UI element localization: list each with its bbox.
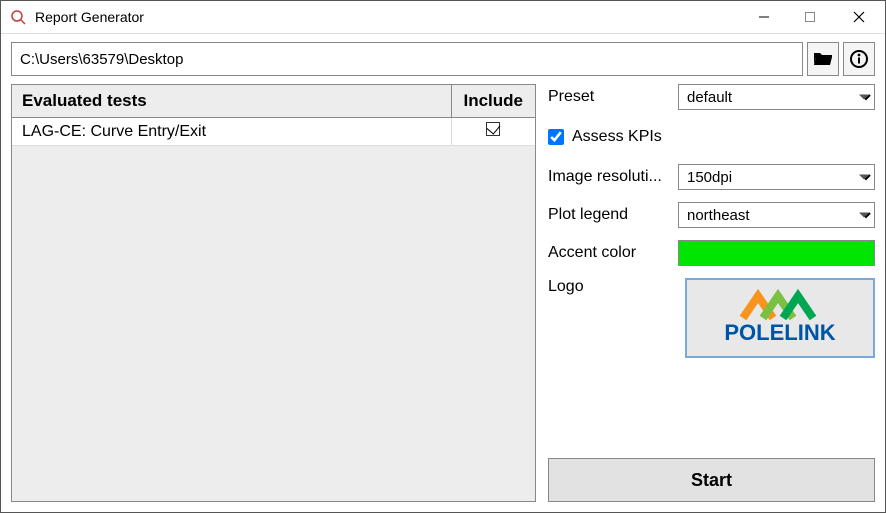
test-name-cell: LAG-CE: Curve Entry/Exit [12, 118, 451, 146]
logo-preview[interactable]: POLELINK [685, 278, 875, 358]
accent-color-label: Accent color [548, 244, 678, 262]
col-header-tests: Evaluated tests [12, 85, 451, 118]
preset-select[interactable]: default [678, 84, 875, 110]
accent-color-row: Accent color [548, 240, 875, 266]
plot-legend-select[interactable]: northeast [678, 202, 875, 228]
maximize-button[interactable] [787, 1, 833, 34]
start-button[interactable]: Start [548, 458, 875, 502]
col-header-include: Include [451, 85, 535, 118]
browse-button[interactable] [807, 42, 839, 76]
check-icon[interactable] [486, 122, 500, 136]
test-include-cell[interactable] [451, 118, 535, 146]
close-icon [852, 10, 866, 24]
assess-kpis-checkbox[interactable] [548, 129, 564, 145]
table-row[interactable]: LAG-CE: Curve Entry/Exit [12, 118, 535, 146]
logo-image: POLELINK [695, 288, 865, 348]
preset-label: Preset [548, 88, 678, 106]
settings-panel: Preset default Assess KPIs Image resolut… [548, 84, 875, 502]
path-input[interactable] [11, 42, 803, 76]
assess-kpis-label: Assess KPIs [572, 128, 662, 146]
accent-color-picker[interactable] [678, 240, 875, 266]
app-icon [9, 8, 27, 26]
preset-row: Preset default [548, 84, 875, 110]
main-content: Evaluated tests Include LAG-CE: Curve En… [1, 84, 885, 512]
folder-open-icon [813, 50, 833, 68]
logo-row: Logo POLELINK [548, 278, 875, 358]
plot-legend-row: Plot legend northeast [548, 202, 875, 228]
info-icon [850, 50, 868, 68]
assess-kpis-row: Assess KPIs [548, 128, 875, 146]
maximize-icon [804, 11, 816, 23]
plot-legend-label: Plot legend [548, 206, 678, 224]
minimize-icon [758, 11, 770, 23]
logo-label: Logo [548, 278, 678, 296]
minimize-button[interactable] [741, 1, 787, 34]
tests-table: Evaluated tests Include LAG-CE: Curve En… [12, 85, 535, 146]
info-button[interactable] [843, 42, 875, 76]
image-res-label: Image resoluti... [548, 168, 678, 186]
tests-panel: Evaluated tests Include LAG-CE: Curve En… [11, 84, 536, 502]
image-res-select[interactable]: 150dpi [678, 164, 875, 190]
pathbar [1, 34, 885, 84]
titlebar: Report Generator [1, 1, 885, 34]
window-title: Report Generator [35, 9, 741, 25]
image-res-row: Image resoluti... 150dpi [548, 164, 875, 190]
close-button[interactable] [833, 1, 885, 34]
svg-text:POLELINK: POLELINK [724, 320, 835, 345]
